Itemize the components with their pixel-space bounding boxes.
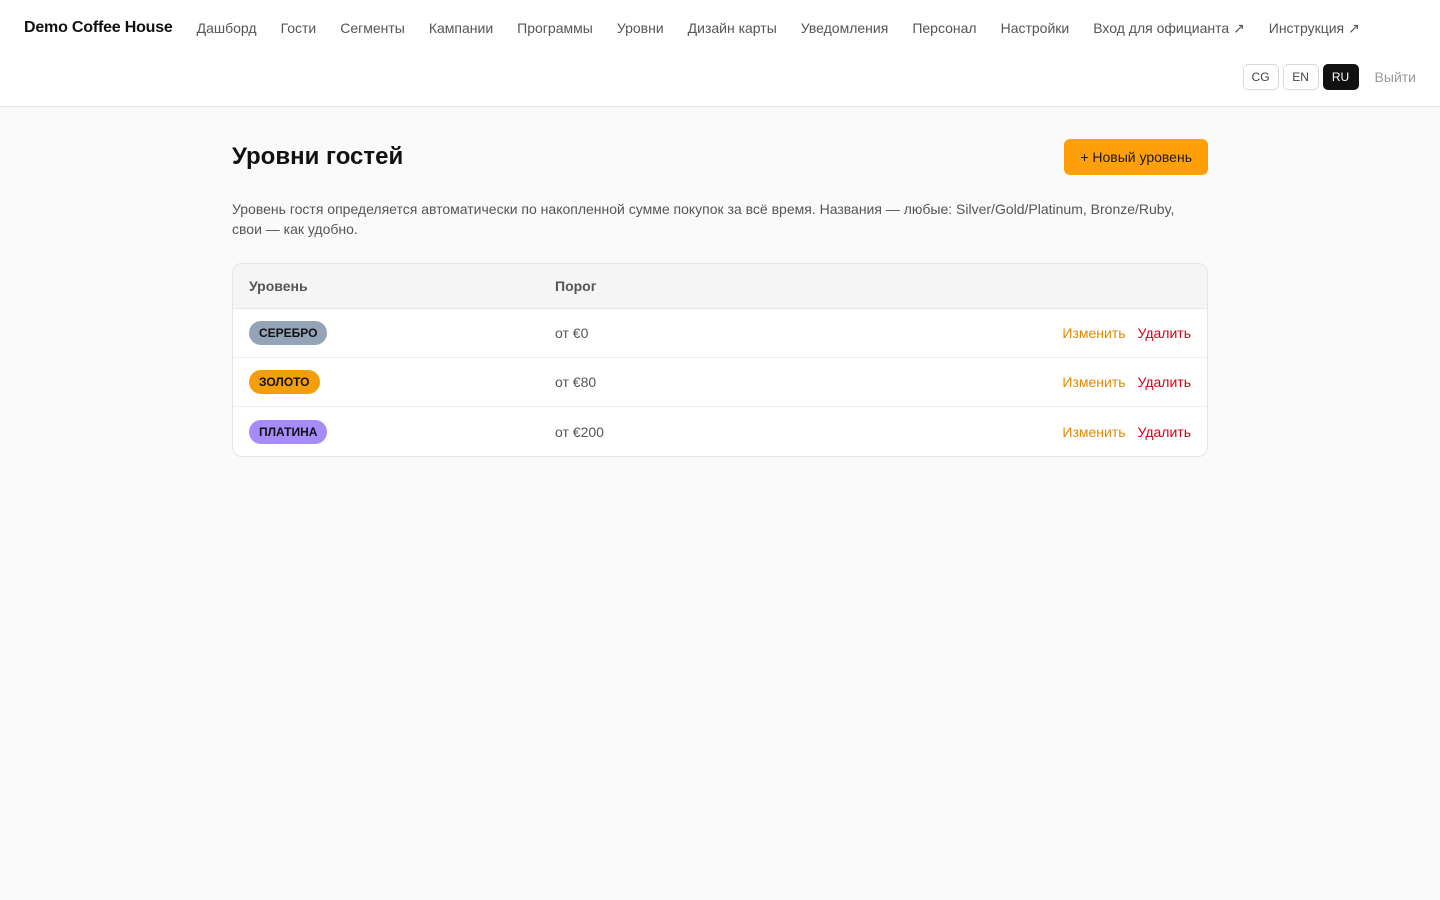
title-row: Уровни гостей + Новый уровень: [232, 139, 1208, 175]
edit-link[interactable]: Изменить: [1062, 325, 1125, 341]
nav-campaigns[interactable]: Кампании: [429, 20, 493, 36]
header-level: Уровень: [249, 278, 308, 294]
delete-link[interactable]: Удалить: [1138, 424, 1191, 440]
table-row: Золото от €80 Изменить Удалить: [233, 358, 1207, 407]
threshold-value: от €200: [555, 423, 604, 440]
levels-table: Уровень Порог Серебро от €0 Изменить Уда…: [232, 263, 1208, 457]
row-actions: Изменить Удалить: [1062, 374, 1191, 390]
delete-link[interactable]: Удалить: [1138, 325, 1191, 341]
header-threshold: Порог: [555, 278, 597, 294]
row-actions: Изменить Удалить: [1062, 424, 1191, 440]
table-row: Платина от €200 Изменить Удалить: [233, 407, 1207, 456]
page-description: Уровень гостя определяется автоматически…: [232, 201, 1175, 237]
main-nav: Demo Coffee House Дашборд Гости Сегменты…: [24, 17, 1384, 39]
nav-segments[interactable]: Сегменты: [340, 20, 405, 36]
lang-cg-button[interactable]: CG: [1242, 64, 1279, 90]
brand-name[interactable]: Demo Coffee House: [24, 19, 173, 37]
top-header: Demo Coffee House Дашборд Гости Сегменты…: [0, 0, 1440, 107]
threshold-value: от €0: [555, 325, 589, 341]
main-content: Уровни гостей + Новый уровень Уровень го…: [232, 107, 1208, 457]
nav-staff[interactable]: Персонал: [912, 20, 976, 36]
page-title: Уровни гостей: [232, 143, 404, 170]
nav-programs[interactable]: Программы: [517, 20, 593, 36]
level-badge: Платина: [249, 419, 328, 444]
table-row: Серебро от €0 Изменить Удалить: [233, 309, 1207, 358]
row-actions: Изменить Удалить: [1062, 325, 1191, 341]
table-header: Уровень Порог: [233, 264, 1207, 309]
edit-link[interactable]: Изменить: [1062, 424, 1125, 440]
nav-waiter-login[interactable]: Вход для официанта ↗: [1093, 20, 1245, 37]
nav-dashboard[interactable]: Дашборд: [197, 20, 257, 36]
nav-instructions[interactable]: Инструкция ↗: [1269, 20, 1360, 37]
nav-levels[interactable]: Уровни: [617, 20, 664, 36]
lang-ru-button[interactable]: RU: [1322, 64, 1359, 90]
edit-link[interactable]: Изменить: [1062, 374, 1125, 390]
header-controls: CG EN RU Выйти: [1242, 64, 1416, 90]
nav-guests[interactable]: Гости: [281, 20, 317, 36]
nav-settings[interactable]: Настройки: [1001, 20, 1070, 36]
level-badge: Золото: [249, 370, 320, 394]
threshold-value: от €80: [555, 374, 597, 390]
nav-card-design[interactable]: Дизайн карты: [688, 20, 777, 36]
level-badge: Серебро: [249, 321, 328, 345]
new-level-button[interactable]: + Новый уровень: [1064, 139, 1208, 175]
lang-en-button[interactable]: EN: [1282, 64, 1319, 90]
delete-link[interactable]: Удалить: [1138, 374, 1191, 390]
logout-link[interactable]: Выйти: [1375, 69, 1416, 85]
nav-notifications[interactable]: Уведомления: [801, 20, 889, 36]
